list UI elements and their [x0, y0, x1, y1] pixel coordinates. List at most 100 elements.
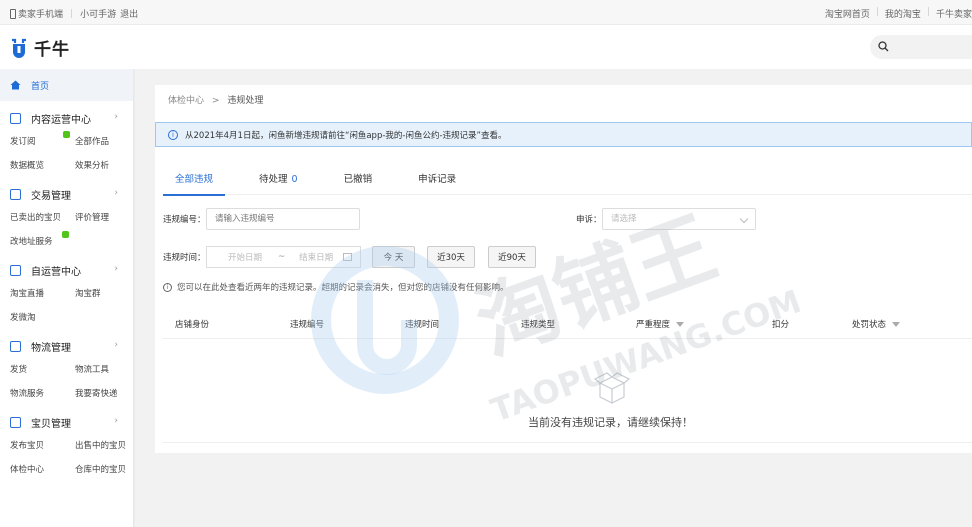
sidebar-item-home[interactable]: 首页 — [0, 69, 134, 101]
sidebar-link-label: 改地址服务 — [10, 237, 53, 247]
taobao-home-link[interactable]: 淘宝网首页 — [825, 7, 870, 20]
chevron-right-icon: › — [114, 112, 118, 122]
tab-pending[interactable]: 待处理 0 — [247, 167, 310, 195]
sidebar-link-send-express[interactable]: 我要寄快递 — [75, 387, 118, 399]
self-ops-icon — [10, 264, 21, 276]
sidebar-link-health-center[interactable]: 体检中心 — [10, 463, 75, 475]
today-button[interactable]: 今 天 — [372, 246, 415, 268]
tab-appeal-records[interactable]: 申诉记录 — [406, 167, 468, 195]
logo-text: 千牛 — [34, 40, 70, 60]
sidebar-link-reviews[interactable]: 评价管理 — [75, 211, 109, 223]
my-taobao-link[interactable]: 我的淘宝 — [885, 7, 921, 20]
sidebar-link-logistics-service[interactable]: 物流服务 — [10, 387, 75, 399]
chevron-right-icon: › — [114, 416, 118, 426]
last-30-days-button[interactable]: 近30天 — [427, 246, 475, 268]
sidebar-link-live[interactable]: 淘宝直播 — [10, 287, 75, 299]
sidebar-group-self-ops[interactable]: 自运营中心 › — [0, 259, 134, 281]
breadcrumb-sep: > — [211, 96, 220, 106]
qianniu-logo-icon — [12, 38, 26, 58]
seller-mobile-link[interactable]: 卖家手机端 — [18, 7, 63, 20]
top-bar-right: 淘宝网首页 | 我的淘宝 | 千牛卖家 — [825, 7, 972, 20]
tab-revoked[interactable]: 已撤销 — [332, 167, 385, 195]
top-bar-left: 卖家手机端 | 小可手游 退出 — [10, 7, 138, 20]
sidebar-link-weitao[interactable]: 发微淘 — [10, 311, 75, 323]
qianniu-seller-link[interactable]: 千牛卖家 — [936, 7, 972, 20]
last-90-days-button[interactable]: 近90天 — [488, 246, 536, 268]
user-game-link[interactable]: 小可手游 — [80, 7, 116, 20]
sidebar-row: 物流服务 我要寄快递 — [0, 381, 134, 405]
tab-label: 全部违规 — [175, 174, 214, 185]
info-icon: i — [168, 129, 178, 140]
items-icon — [10, 416, 21, 428]
logo[interactable]: 千牛 — [10, 35, 70, 60]
chevron-right-icon: › — [114, 188, 118, 198]
sidebar-scrollbar[interactable] — [133, 69, 134, 527]
sidebar-link-ship[interactable]: 发货 — [10, 363, 75, 375]
sidebar-link-logistics-tools[interactable]: 物流工具 — [75, 363, 109, 375]
sidebar-row: 发布宝贝 出售中的宝贝 — [0, 433, 134, 457]
filter-icon[interactable] — [676, 321, 685, 327]
sidebar-group-items[interactable]: 宝贝管理 › — [0, 411, 134, 433]
appeal-select[interactable]: 请选择 — [602, 208, 756, 230]
sidebar-row: 发货 物流工具 — [0, 357, 134, 381]
sidebar-row: 体检中心 仓库中的宝贝 — [0, 457, 134, 481]
breadcrumb-parent[interactable]: 体检中心 — [168, 96, 204, 106]
sidebar-group-title: 宝贝管理 — [31, 418, 71, 430]
sidebar-group-title: 物流管理 — [31, 342, 71, 354]
th-violation-type: 违规类型 — [521, 320, 556, 330]
th-violation-no: 违规编号 — [290, 320, 325, 330]
search-box[interactable] — [870, 35, 972, 59]
date-range-picker[interactable]: 开始日期 ~ 结束日期 — [206, 246, 361, 268]
divider: | — [70, 8, 74, 19]
sidebar-group-trade[interactable]: 交易管理 › — [0, 183, 134, 205]
sidebar-link-effect-analysis[interactable]: 效果分析 — [75, 159, 109, 171]
logout-link[interactable]: 退出 — [120, 7, 138, 20]
sidebar: 首页 内容运营中心 › 发订阅 全部作品 数据概览 效果分析 交易管理 › 已卖… — [0, 69, 135, 527]
tab-label: 申诉记录 — [418, 174, 457, 185]
sidebar-link-label: 全部作品 — [75, 137, 110, 147]
sidebar-row: 淘宝直播 淘宝群 — [0, 281, 134, 305]
sidebar-group-logistics[interactable]: 物流管理 › — [0, 335, 134, 357]
th-label: 严重程度 — [636, 320, 671, 330]
th-shop-identity: 店铺身份 — [175, 320, 210, 330]
end-date-placeholder: 结束日期 — [299, 253, 334, 263]
logistics-icon — [10, 340, 21, 352]
date-range-sep: ~ — [278, 252, 286, 262]
empty-box-icon — [593, 372, 631, 404]
th-severity[interactable]: 严重程度 — [636, 318, 685, 330]
sidebar-link-on-sale[interactable]: 出售中的宝贝 — [75, 439, 126, 451]
table-header: 店铺身份 违规编号 违规时间 违规类型 严重程度 扣分 处罚状态 — [163, 307, 972, 339]
sidebar-item-label: 首页 — [31, 81, 50, 92]
sidebar-group-title: 内容运营中心 — [31, 114, 91, 126]
sidebar-link-data-overview[interactable]: 数据概览 — [10, 159, 75, 171]
appeal-select-placeholder: 请选择 — [611, 214, 637, 224]
sidebar-link-group[interactable]: 淘宝群 — [75, 287, 101, 299]
violation-no-input[interactable] — [206, 208, 360, 230]
tab-label: 待处理 — [259, 174, 288, 185]
sidebar-row: 改地址服务 — [0, 229, 134, 253]
sidebar-link-publish[interactable]: 发布宝贝 — [10, 439, 75, 451]
sidebar-link-sold-items[interactable]: 已卖出的宝贝 — [10, 211, 75, 223]
home-icon — [10, 80, 21, 90]
tab-count-badge: 0 — [291, 174, 298, 185]
sidebar-link-address-change[interactable]: 改地址服务 — [10, 231, 75, 247]
divider: | — [926, 7, 930, 17]
violation-time-label: 违规时间： — [163, 253, 206, 263]
sidebar-row: 发订阅 全部作品 — [0, 129, 134, 153]
sidebar-row: 发微淘 — [0, 305, 134, 329]
notice-banner: i 从2021年4月1日起，闲鱼新增违规请前往“闲鱼app-我的-闲鱼公约-违规… — [155, 122, 972, 147]
sidebar-link-warehouse[interactable]: 仓库中的宝贝 — [75, 463, 126, 475]
sidebar-group-content-ops[interactable]: 内容运营中心 › — [0, 107, 134, 129]
th-violation-time: 违规时间 — [405, 320, 440, 330]
table-bottom-divider — [163, 442, 972, 443]
empty-state-text: 当前没有违规记录，请继续保持！ — [528, 416, 693, 429]
divider: | — [875, 7, 879, 17]
filter-icon[interactable] — [892, 321, 901, 327]
chevron-right-icon: › — [114, 340, 118, 350]
hint-text: 您可以在此处查看近两年的违规记录。超期的记录会消失，但对您的店铺没有任何影响。 — [177, 283, 509, 293]
th-points: 扣分 — [772, 320, 790, 330]
tab-all-violations[interactable]: 全部违规 — [163, 167, 226, 196]
th-penalty-status[interactable]: 处罚状态 — [852, 318, 901, 330]
new-badge-icon — [62, 231, 69, 238]
sidebar-link-all-works[interactable]: 全部作品 — [63, 131, 110, 147]
